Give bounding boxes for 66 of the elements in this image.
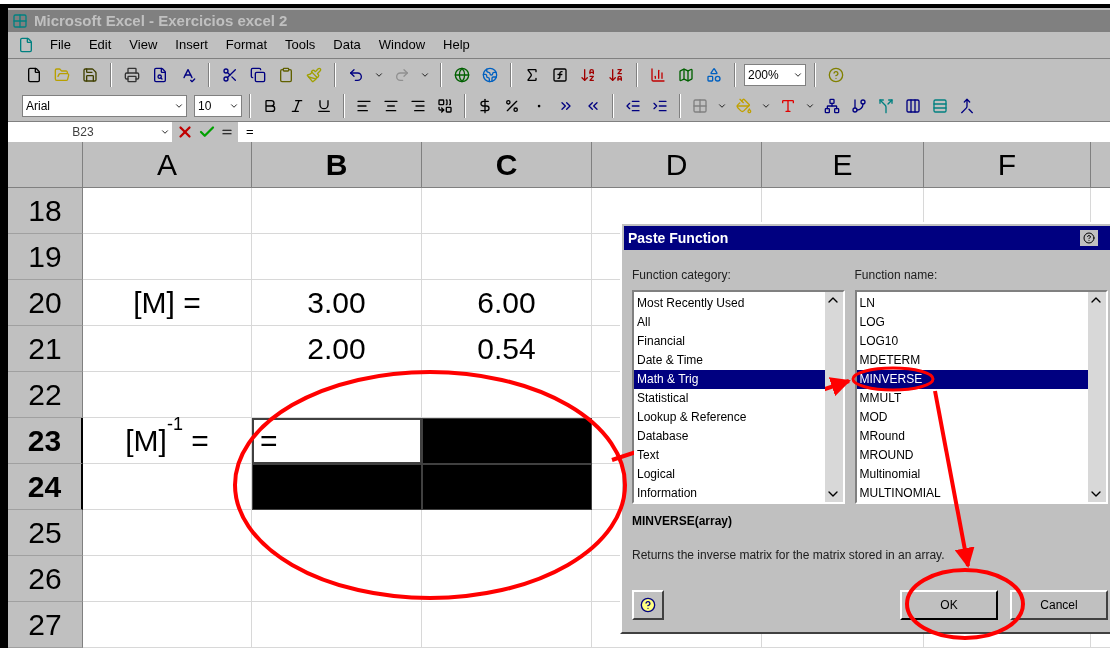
assistant-button[interactable] bbox=[632, 590, 664, 620]
row-header[interactable]: 26 bbox=[8, 556, 83, 602]
menu-item[interactable]: Format bbox=[223, 35, 269, 55]
column-header[interactable]: E bbox=[762, 142, 924, 188]
font-size-box[interactable]: 10 bbox=[194, 94, 242, 117]
list-label: Function category: bbox=[632, 267, 732, 284]
category-item[interactable]: Math & Trig bbox=[634, 370, 825, 389]
function-description: Returns the inverse matrix for the matrix stored in an array. bbox=[632, 548, 945, 562]
row-header[interactable]: 24 bbox=[8, 464, 83, 510]
function-item[interactable]: LOG10 bbox=[856, 332, 1088, 351]
row-header[interactable]: 23 bbox=[8, 418, 83, 464]
row-header[interactable]: 18 bbox=[8, 188, 83, 234]
row-header[interactable]: 19 bbox=[8, 234, 83, 280]
table-cell[interactable] bbox=[252, 464, 422, 510]
menu-item[interactable]: Insert bbox=[173, 35, 210, 55]
zoom-box[interactable]: 200% bbox=[744, 63, 806, 86]
row-header[interactable]: 20 bbox=[8, 280, 83, 326]
help-icon[interactable] bbox=[640, 597, 656, 613]
row-header[interactable]: 21 bbox=[8, 326, 83, 372]
table-cell[interactable]: 6.00 bbox=[422, 280, 592, 326]
function-item[interactable]: MROUND bbox=[856, 446, 1088, 465]
table-cell[interactable]: 3.00 bbox=[252, 280, 422, 326]
function-item[interactable]: MOD bbox=[856, 408, 1088, 427]
font-box[interactable]: Arial bbox=[22, 94, 187, 117]
list-label: Function name: bbox=[854, 267, 939, 284]
column-header[interactable]: D bbox=[592, 142, 762, 188]
function-item[interactable]: MULTINOMIAL bbox=[856, 484, 1088, 503]
function-item[interactable]: Multinomial bbox=[856, 465, 1088, 484]
function-signature: MINVERSE(array) bbox=[631, 513, 734, 530]
column-header[interactable]: B bbox=[252, 142, 422, 188]
menu-item[interactable]: Help bbox=[441, 35, 472, 55]
category-item[interactable]: Statistical bbox=[634, 389, 825, 408]
menu-item[interactable]: Tools bbox=[283, 35, 318, 55]
function-item[interactable]: MINVERSE bbox=[856, 370, 1088, 389]
table-cell[interactable]: [M]$^{-1}$ = bbox=[83, 418, 252, 464]
menu-item[interactable]: Window bbox=[376, 35, 428, 55]
row-header[interactable]: 22 bbox=[8, 372, 83, 418]
function-item[interactable]: LN bbox=[856, 294, 1088, 313]
row-header[interactable]: 25 bbox=[8, 510, 83, 556]
menu-item[interactable]: Edit bbox=[86, 35, 114, 55]
table-cell[interactable]: = bbox=[252, 418, 422, 464]
scrollbar[interactable] bbox=[1088, 292, 1106, 502]
function-item[interactable]: LOG bbox=[856, 313, 1088, 332]
row-header[interactable]: 27 bbox=[8, 602, 83, 648]
table-cell[interactable] bbox=[422, 464, 592, 510]
dialog-button[interactable]: Cancel bbox=[1010, 590, 1108, 620]
table-cell[interactable]: 2.00 bbox=[252, 326, 422, 372]
table-cell[interactable] bbox=[422, 418, 592, 464]
menu-item[interactable]: View bbox=[127, 35, 160, 55]
function-item[interactable]: MDETERM bbox=[856, 351, 1088, 370]
workbook-icon bbox=[18, 36, 34, 53]
menu-item[interactable]: Data bbox=[331, 35, 363, 55]
function-item[interactable]: MMULT bbox=[856, 389, 1088, 408]
help-button[interactable] bbox=[1080, 230, 1098, 246]
dialog-title: Paste Function bbox=[628, 228, 730, 248]
excel-icon bbox=[12, 13, 28, 29]
name-box[interactable]: B23 bbox=[8, 121, 158, 142]
function-item[interactable]: MRound bbox=[856, 427, 1088, 446]
column-header[interactable]: F bbox=[924, 142, 1091, 188]
window-title: Microsoft Excel - Exercicios excel 2 bbox=[34, 10, 288, 31]
dialog-button[interactable]: OK bbox=[900, 590, 998, 620]
formula-field[interactable]: = bbox=[246, 122, 1110, 142]
menu-item[interactable]: File bbox=[48, 35, 73, 55]
table-cell[interactable]: [M] = bbox=[83, 280, 252, 326]
column-header[interactable]: C bbox=[422, 142, 592, 188]
column-header[interactable]: A bbox=[83, 142, 252, 188]
